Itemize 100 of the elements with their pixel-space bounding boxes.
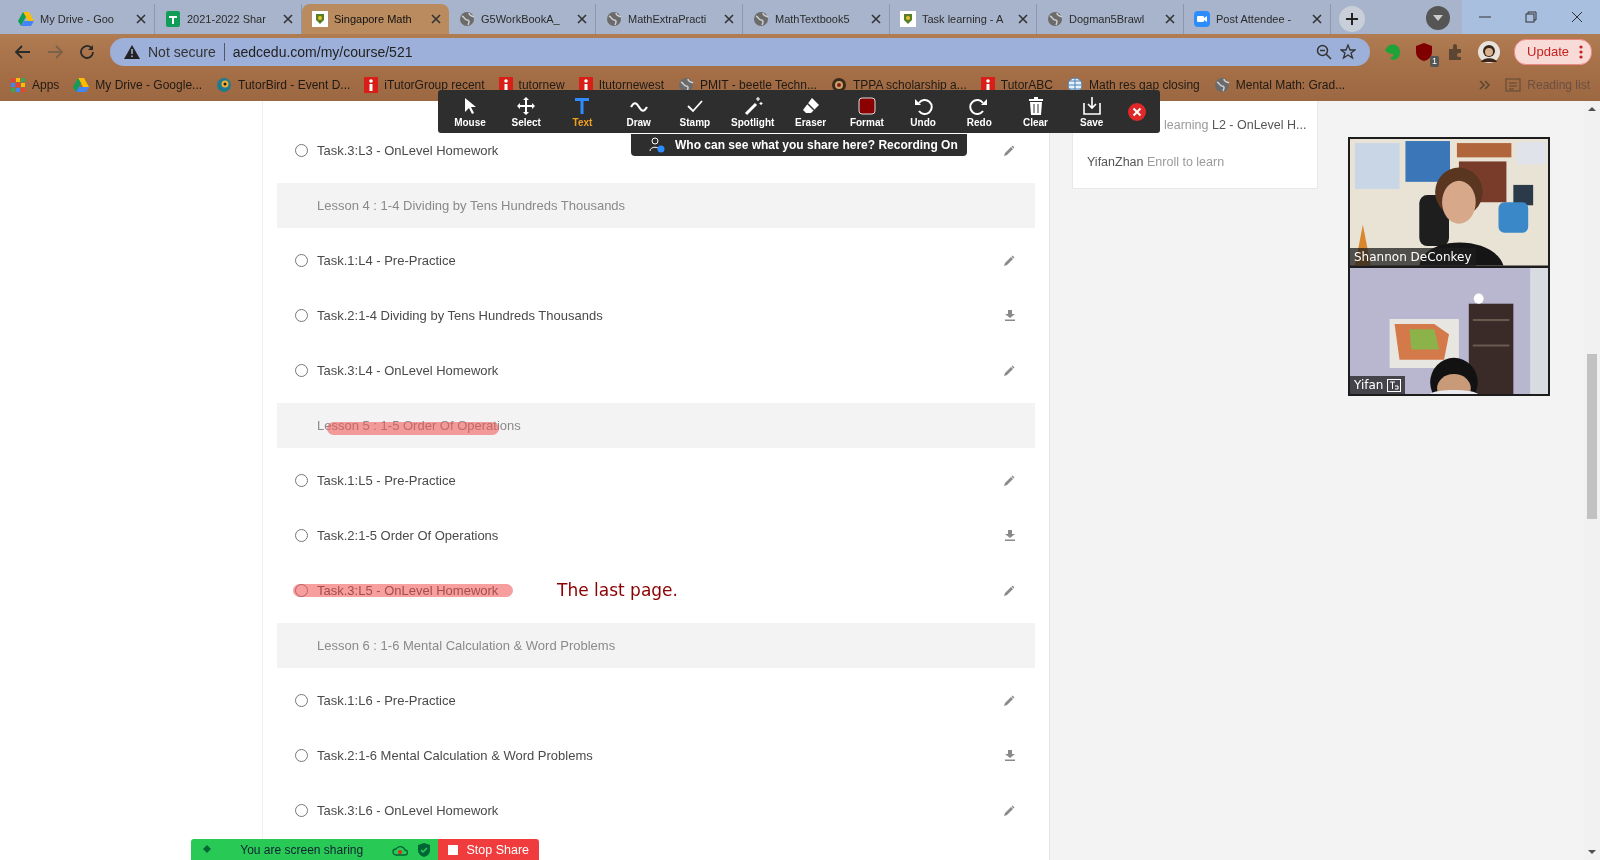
toolbar-button[interactable]: Spotlight xyxy=(731,95,775,128)
lesson-title: Lesson 6 : 1-6 Mental Calculation & Word Problems xyxy=(317,638,616,653)
star-icon[interactable] xyxy=(1340,43,1357,60)
radio-button[interactable] xyxy=(295,474,308,487)
toolbar-button[interactable]: Clear xyxy=(1015,95,1056,128)
security-label: Not secure xyxy=(148,43,216,60)
tab-title: G5WorkBookA_ xyxy=(481,13,561,25)
task-link[interactable]: Task.1:L4 - Pre-Practice xyxy=(317,253,456,268)
radio-button[interactable] xyxy=(295,309,308,322)
browser-tab[interactable]: Singapore Math xyxy=(302,4,449,34)
pencil-icon[interactable] xyxy=(1003,584,1015,597)
bookmark-item[interactable]: Apps xyxy=(10,77,60,93)
toolbar-button[interactable]: Select xyxy=(506,95,547,128)
tab-title: Task learning - A xyxy=(922,13,1005,25)
tab-title: Dogman5Brawl xyxy=(1069,13,1146,25)
shield-icon[interactable] xyxy=(1416,42,1433,61)
radio-button[interactable] xyxy=(295,694,308,707)
task-link[interactable]: Task.2:1-5 Order Of Operations xyxy=(317,528,499,543)
caret-icon xyxy=(1433,15,1443,21)
url-text: aedcedu.com/my/course/521 xyxy=(232,43,413,60)
close-icon[interactable] xyxy=(1310,12,1324,26)
back-icon[interactable] xyxy=(14,42,32,61)
participant-name: Shannon DeConkey xyxy=(1354,249,1472,264)
close-icon[interactable] xyxy=(1016,12,1030,26)
stop-square-icon xyxy=(448,844,459,855)
crest-icon xyxy=(312,11,328,27)
toolbar-button[interactable]: Draw xyxy=(618,95,659,128)
radio-button[interactable] xyxy=(295,364,308,377)
eraser-icon xyxy=(800,95,821,116)
bookmark-item[interactable]: TutorBird - Event D... xyxy=(216,77,351,93)
crest-icon xyxy=(900,11,916,27)
bookmark-item[interactable]: iTutorGroup recent xyxy=(364,77,485,93)
radio-button[interactable] xyxy=(295,529,308,542)
scrollbar-thumb[interactable] xyxy=(1587,354,1597,519)
color-swatch-icon xyxy=(856,95,877,116)
tab-title: Singapore Math xyxy=(334,13,413,25)
task-link[interactable]: Task.2:1-6 Mental Calculation & Word Problems xyxy=(317,748,593,763)
toolbar-button[interactable]: Stamp xyxy=(674,95,715,128)
person-icon xyxy=(649,137,665,153)
close-icon[interactable] xyxy=(1127,102,1146,121)
radio-button[interactable] xyxy=(295,804,308,817)
reload-icon[interactable] xyxy=(78,42,96,61)
chevron-icon[interactable] xyxy=(1479,79,1492,91)
close-icon[interactable] xyxy=(1163,12,1177,26)
toolbar-button[interactable]: Mouse xyxy=(450,95,490,128)
close-icon[interactable] xyxy=(575,12,589,26)
new-tab-button[interactable] xyxy=(1339,6,1365,32)
radio-button[interactable] xyxy=(295,584,308,597)
stop-share-button[interactable]: Stop Share xyxy=(438,839,539,860)
pencil-icon[interactable] xyxy=(1003,144,1015,157)
pencil-icon[interactable] xyxy=(1003,474,1015,487)
activity-entry: YifanZhan Enroll to learn xyxy=(1087,154,1226,171)
toolbar-button[interactable]: Save xyxy=(1071,95,1112,128)
task-link[interactable]: Task.3:L4 - OnLevel Homework xyxy=(317,363,499,378)
download-icon[interactable] xyxy=(1005,750,1015,761)
close-icon[interactable] xyxy=(134,12,148,26)
globe-icon xyxy=(1047,11,1063,27)
globe-icon xyxy=(753,11,769,27)
tooltip-text: Who can see what you share here? Recording On xyxy=(675,138,958,152)
tab-title: MathTextbook5 xyxy=(775,13,851,25)
pencil-icon[interactable] xyxy=(1003,804,1015,817)
download-icon[interactable] xyxy=(1005,310,1015,321)
radio-button[interactable] xyxy=(295,254,308,267)
badge-count: 1 xyxy=(1430,55,1440,67)
triangle-logo-icon xyxy=(18,11,34,27)
close-icon[interactable] xyxy=(281,12,295,26)
task-link[interactable]: Task.1:L5 - Pre-Practice xyxy=(317,473,456,488)
bookmark-item[interactable]: My Drive - Google... xyxy=(73,77,203,93)
toolbar-button[interactable]: Undo xyxy=(903,95,944,128)
video-camera-icon xyxy=(1194,11,1210,27)
update-button[interactable]: Update xyxy=(1514,38,1592,65)
zoom-icon[interactable] xyxy=(1316,43,1333,60)
move-arrows-icon xyxy=(516,95,537,116)
pencil-icon[interactable] xyxy=(1003,254,1015,267)
pencil-icon[interactable] xyxy=(1003,364,1015,377)
lesson-title: Lesson 4 : 1-4 Dividing by Tens Hundreds Thousands xyxy=(317,198,626,213)
download-icon[interactable] xyxy=(1005,530,1015,541)
task-link[interactable]: Task.1:L6 - Pre-Practice xyxy=(317,693,456,708)
tab-title: My Drive - Goo xyxy=(40,13,115,25)
pencil-icon[interactable] xyxy=(1003,694,1015,707)
toolbar-button[interactable]: Format xyxy=(846,95,887,128)
close-icon[interactable] xyxy=(869,12,883,26)
toolbar-button[interactable]: Redo xyxy=(959,95,1000,128)
close-icon[interactable] xyxy=(722,12,736,26)
radio-button[interactable] xyxy=(295,749,308,762)
radio-button[interactable] xyxy=(295,144,308,157)
activity-entry: learning L2 - OnLevel H... xyxy=(1164,117,1308,134)
avatar-icon[interactable] xyxy=(1478,40,1501,63)
magic-wand-icon xyxy=(742,95,763,116)
toolbar-button[interactable]: Text xyxy=(562,95,603,128)
participant-name: Yifan xyxy=(1354,378,1384,392)
task-link[interactable]: Task.3:L6 - OnLevel Homework xyxy=(317,803,499,818)
plus-icon xyxy=(1345,12,1359,26)
toolbar-button[interactable]: Eraser xyxy=(790,95,831,128)
address-bar[interactable]: Not secure aedcedu.com/my/course/521 xyxy=(110,37,1371,66)
bookmark-item[interactable]: Mental Math: Grad... xyxy=(1213,77,1346,93)
download-icon xyxy=(1081,95,1102,116)
task-link[interactable]: Task.2:1-4 Dividing by Tens Hundreds Thousands xyxy=(317,308,603,323)
task-link[interactable]: Task.3:L3 - OnLevel Homework xyxy=(317,143,499,158)
tab-search-button[interactable] xyxy=(1426,6,1450,30)
